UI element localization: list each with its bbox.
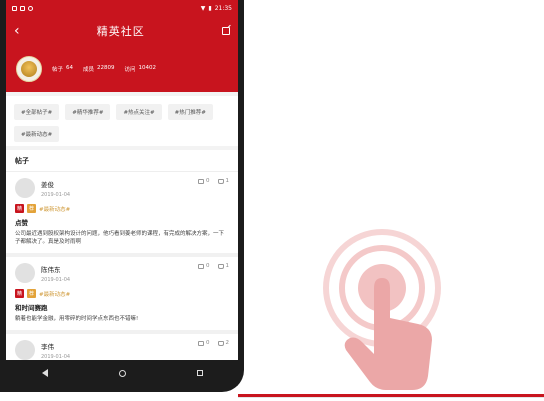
divider-gray [238, 397, 544, 398]
tablet-frame: ▼ ▮ 21:35 ‹ 精英社区 帖子 64 成员 22809 访问 10402 #全… [0, 0, 244, 392]
tag-featured[interactable]: #精华推荐# [65, 104, 111, 120]
comment-icon [198, 263, 204, 269]
post-badges: 精 荐 #最新动态# [15, 204, 229, 213]
stat-posts-label: 帖子 [52, 67, 64, 73]
recommended-badge: 荐 [27, 289, 37, 298]
post-author-info: 李伟 2019-01-04 [41, 340, 192, 360]
like-count-value: 1 [225, 263, 230, 269]
post-item[interactable]: 李伟 2019-01-04 0 2 [6, 334, 238, 360]
tag-latest[interactable]: #最新动态# [14, 126, 60, 142]
thumbs-up-icon [217, 178, 224, 184]
wifi-icon: ▼ [200, 4, 206, 12]
status-icons [12, 5, 33, 11]
tag-popular[interactable]: #热门推荐# [167, 104, 213, 120]
author-name: 陈伟东 [41, 266, 61, 274]
edit-icon[interactable] [221, 27, 230, 35]
featured-badge: 精 [15, 289, 25, 298]
logo-icon [21, 61, 37, 77]
title-bar: ‹ 精英社区 [6, 16, 238, 46]
status-right: ▼ ▮ 21:35 [201, 5, 232, 12]
post-header: 姜俊 2019-01-04 0 1 [15, 178, 229, 198]
stat-posts-value: 64 [66, 65, 74, 71]
post-stats: 0 1 [198, 263, 229, 269]
tag-hot-focus[interactable]: #热点关注# [116, 104, 162, 120]
like-count[interactable]: 1 [217, 263, 230, 269]
like-count[interactable]: 1 [217, 178, 230, 184]
avatar [15, 178, 35, 198]
recommended-badge: 荐 [27, 204, 37, 213]
avatar [15, 340, 35, 360]
post-badges: 精 荐 #最新动态# [15, 289, 229, 298]
thumbs-up-icon [217, 263, 224, 269]
comment-icon [198, 178, 204, 184]
post-date: 2019-01-04 [41, 277, 71, 283]
image-icon [20, 5, 25, 11]
stat-members-label: 成员 [83, 67, 95, 73]
post-date: 2019-01-04 [41, 192, 71, 198]
post-body: 躺着也能学金融，用零碎的时间学点东西也不错嘛! [15, 316, 139, 322]
avatar [15, 263, 35, 283]
tag-all-posts[interactable]: #全部帖子# [14, 104, 60, 120]
comment-count[interactable]: 0 [198, 178, 210, 184]
post-item[interactable]: 姜俊 2019-01-04 0 1 精 荐 #最新动态# 点赞 公司最近遇到股权… [6, 172, 238, 257]
section-title: 帖子 [6, 150, 238, 172]
like-count-value: 1 [225, 178, 230, 184]
nav-back-icon[interactable] [41, 369, 48, 377]
post-title: 和时间赛跑 [15, 304, 48, 312]
post-author-info: 姜俊 2019-01-04 [41, 178, 192, 198]
stat-members-value: 22809 [97, 65, 115, 71]
system-nav-bar [6, 360, 238, 386]
status-time: 21:35 [214, 4, 232, 12]
comment-count-value: 0 [206, 178, 210, 184]
stat-posts: 帖子 64 [52, 65, 73, 73]
battery-icon: ▮ [208, 4, 212, 12]
featured-badge: 精 [15, 204, 25, 213]
post-header: 陈伟东 2019-01-04 0 1 [15, 263, 229, 283]
post-topic-tag[interactable]: #最新动态# [39, 290, 70, 298]
nav-home-icon[interactable] [118, 369, 126, 377]
thumbs-up-icon [217, 340, 224, 346]
stat-members: 成员 22809 [83, 65, 115, 73]
app-screen: ▼ ▮ 21:35 ‹ 精英社区 帖子 64 成员 22809 访问 10402 #全… [6, 0, 238, 360]
canvas: ▼ ▮ 21:35 ‹ 精英社区 帖子 64 成员 22809 访问 10402 #全… [0, 0, 544, 401]
post-topic-tag[interactable]: #最新动态# [39, 205, 70, 213]
stat-visits-label: 访问 [124, 67, 136, 73]
like-count[interactable]: 2 [217, 340, 230, 346]
comment-count-value: 0 [206, 263, 210, 269]
post-body: 公司最近遇到股权架构设计的问题，他巧看到姜老师的课程，有完成的解决方案，一下子都… [15, 231, 225, 245]
post-author-info: 陈伟东 2019-01-04 [41, 263, 192, 283]
comment-count-value: 0 [206, 340, 210, 346]
tap-gesture-icon [323, 229, 441, 390]
post-title: 点赞 [15, 219, 28, 227]
comment-icon [198, 340, 204, 346]
app-icon [28, 5, 33, 11]
community-avatar [16, 56, 42, 82]
comment-count[interactable]: 0 [198, 263, 210, 269]
page-title: 精英社区 [96, 25, 145, 38]
notification-icon [12, 5, 17, 11]
author-name: 姜俊 [41, 181, 54, 189]
author-name: 李伟 [41, 343, 54, 351]
nav-recent-apps-icon[interactable] [196, 370, 203, 376]
like-count-value: 2 [225, 340, 230, 346]
stat-visits-value: 10402 [138, 65, 157, 71]
status-bar: ▼ ▮ 21:35 [6, 0, 238, 16]
post-item[interactable]: 陈伟东 2019-01-04 0 1 精 荐 #最新动态# 和时间赛跑 躺着也能… [6, 257, 238, 334]
tag-list: #全部帖子# #精华推荐# #热点关注# #热门推荐# #最新动态# [6, 96, 238, 146]
post-header: 李伟 2019-01-04 0 2 [15, 340, 229, 360]
post-stats: 0 2 [198, 340, 229, 346]
stat-visits: 访问 10402 [125, 65, 157, 73]
back-chevron-icon[interactable]: ‹ [14, 24, 20, 38]
community-profile: 帖子 64 成员 22809 访问 10402 [6, 46, 238, 92]
post-stats: 0 1 [198, 178, 229, 184]
comment-count[interactable]: 0 [198, 340, 210, 346]
